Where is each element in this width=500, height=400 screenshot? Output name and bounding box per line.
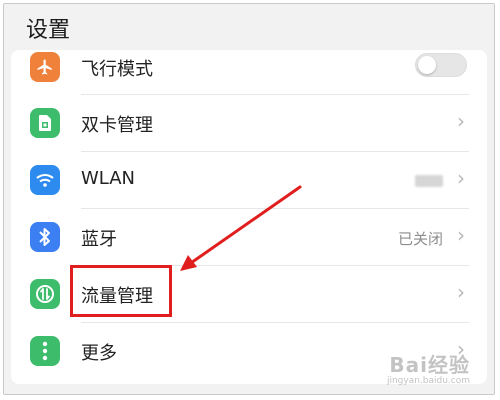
watermark-main-text: Bai经验 [389, 353, 470, 377]
baidu-watermark: Bai经验 jingyan.baidu.com [387, 349, 470, 386]
watermark-url: jingyan.baidu.com [386, 376, 470, 386]
annotation-arrow-icon [180, 185, 302, 271]
